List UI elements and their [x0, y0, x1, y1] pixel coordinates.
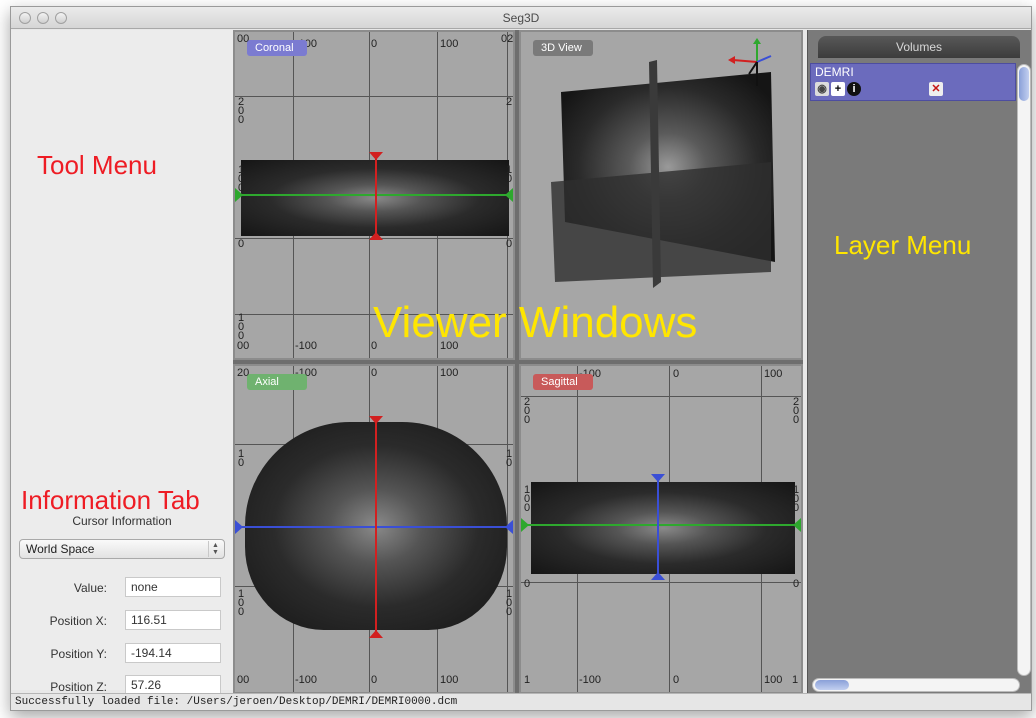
layer-panel: Volumes DEMRI ◉ + i ✕ Layer Menu	[807, 30, 1031, 694]
tick-label: 10	[238, 448, 245, 469]
layer-horizontal-scrollbar[interactable]	[812, 678, 1020, 692]
tick-label: 10	[506, 164, 513, 185]
tool-menu-annotation: Tool Menu	[37, 150, 157, 180]
sagittal-viewer-label: Sagittal	[533, 374, 593, 390]
tick-label: 200	[238, 96, 245, 126]
tick-label: 0	[371, 674, 378, 686]
select-arrows-icon: ▲ ▼	[208, 541, 222, 557]
tick-label: 0	[506, 238, 513, 250]
tick-label: 10	[506, 448, 513, 469]
information-tab-annotation: Information Tab	[21, 485, 200, 515]
tick-label: 100	[506, 588, 513, 618]
coronal-red-marker-icon[interactable]	[369, 232, 383, 240]
tick-label: 100	[764, 368, 783, 380]
coordinate-space-select[interactable]: World Space ▲ ▼	[19, 539, 225, 559]
sagittal-green-marker-icon[interactable]	[521, 518, 529, 532]
layer-menu-annotation: Layer Menu	[834, 230, 972, 260]
coronal-plane-3d	[551, 162, 771, 282]
status-bar: Successfully loaded file: /Users/jeroen/…	[11, 693, 1031, 710]
coronal-green-marker-icon[interactable]	[505, 188, 513, 202]
axial-blue-marker-icon[interactable]	[505, 520, 513, 534]
coronal-red-marker-icon[interactable]	[369, 152, 383, 160]
tick-label: 0	[673, 674, 680, 686]
plus-icon[interactable]: +	[831, 82, 845, 96]
tick-label: 0	[371, 367, 378, 379]
app-window: Seg3D Tool Menu Information Tab Cursor I…	[10, 6, 1032, 711]
tick-label: 02	[501, 33, 514, 45]
title-bar: Seg3D	[11, 7, 1031, 29]
position-z-field[interactable]	[125, 675, 221, 695]
tick-label: 100	[764, 674, 783, 686]
value-field[interactable]	[125, 577, 221, 597]
tick-label: 100	[440, 367, 459, 379]
sagittal-blue-marker-icon[interactable]	[651, 474, 665, 482]
layer-vertical-scrollbar[interactable]	[1017, 64, 1031, 676]
tick-label: 0	[673, 368, 680, 380]
layer-name: DEMRI	[815, 65, 854, 79]
tick-label: 0	[524, 578, 531, 590]
tick-label: -100	[295, 340, 318, 352]
tick-label: 1	[792, 674, 799, 686]
sagittal-green-crosshair[interactable]	[525, 524, 797, 526]
coronal-viewer-label: Coronal	[247, 40, 307, 56]
tick-label: 100	[238, 588, 245, 618]
coordinate-space-value: World Space	[26, 542, 95, 556]
tool-panel: Tool Menu Information Tab Cursor Informa…	[11, 30, 233, 695]
tick-label: 0	[371, 38, 378, 50]
position-y-label: Position Y:	[50, 647, 107, 661]
vertical-scroll-thumb[interactable]	[1019, 67, 1029, 101]
cursor-information-title: Cursor Information	[72, 514, 172, 528]
position-y-field[interactable]	[125, 643, 221, 663]
tick-label: 100	[440, 38, 459, 50]
tick-label: 0	[238, 238, 245, 250]
tick-label: 2	[506, 96, 513, 108]
axial-blue-crosshair[interactable]	[239, 526, 509, 528]
viewer-windows-annotation: Viewer Windows	[373, 298, 698, 347]
tick-label: -100	[295, 674, 318, 686]
sagittal-blue-crosshair[interactable]	[657, 476, 659, 576]
axial-viewer-label: Axial	[247, 374, 307, 390]
sagittal-scan-image	[531, 482, 795, 574]
tick-label: 100	[238, 164, 245, 194]
sagittal-green-marker-icon[interactable]	[793, 518, 801, 532]
sagittal-viewer[interactable]: -100 0 100 1 -100 0 100 1 200 100 0 200 …	[519, 364, 803, 694]
tick-label: 100	[524, 484, 531, 514]
axial-red-crosshair[interactable]	[375, 420, 377, 634]
tick-label: 100	[238, 312, 245, 342]
tick-label: -100	[579, 674, 602, 686]
axial-blue-marker-icon[interactable]	[235, 520, 243, 534]
tick-label: 100	[440, 674, 459, 686]
tick-label: 100	[793, 484, 800, 514]
eye-icon[interactable]: ◉	[815, 82, 829, 96]
position-x-label: Position X:	[49, 614, 107, 628]
position-x-field[interactable]	[125, 610, 221, 630]
tick-label: 1	[524, 674, 531, 686]
tick-label: 0	[793, 578, 800, 590]
delete-icon[interactable]: ✕	[929, 82, 943, 96]
tick-label: 00	[237, 674, 250, 686]
layer-item[interactable]: DEMRI ◉ + i ✕	[810, 63, 1016, 101]
value-label: Value:	[73, 581, 107, 595]
viewer-area: 00 -100 0 100 02 00 -100 0 100 200 100 0…	[233, 30, 803, 694]
info-icon[interactable]: i	[847, 82, 861, 96]
coronal-red-crosshair[interactable]	[375, 154, 377, 238]
volumes-tab[interactable]: Volumes	[818, 36, 1020, 58]
tick-label: 200	[793, 396, 800, 426]
sagittal-blue-marker-icon[interactable]	[651, 572, 665, 580]
tick-label: 200	[524, 396, 531, 426]
window-title: Seg3D	[502, 11, 540, 25]
position-z-label: Position Z:	[50, 680, 107, 694]
axial-red-marker-icon[interactable]	[369, 630, 383, 638]
coronal-green-crosshair[interactable]	[239, 194, 509, 196]
axial-viewer[interactable]: 20 -100 0 100 00 -100 0 100 10 100 10 10…	[233, 364, 515, 694]
axial-red-marker-icon[interactable]	[369, 416, 383, 424]
horizontal-scroll-thumb[interactable]	[815, 680, 849, 690]
